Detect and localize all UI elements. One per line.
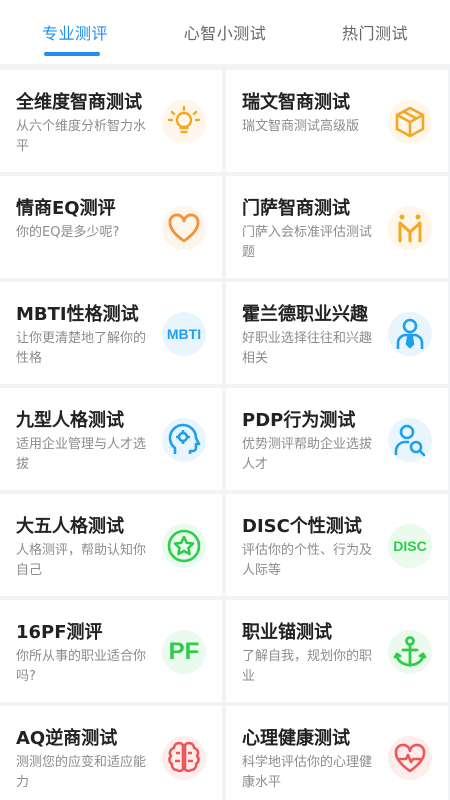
tab-popular[interactable]: 热门测试 [300, 0, 450, 64]
icon-label: MBTI [166, 326, 202, 342]
test-card[interactable]: AQ逆商测试测测您的应变和适应能力 [0, 706, 222, 800]
test-card[interactable]: 16PF测评你所从事的职业适合你吗? PF [0, 600, 222, 702]
test-card[interactable]: 职业锚测试了解自我，规划你的职业 [226, 600, 448, 702]
test-card-title: 全维度智商测试 [16, 92, 142, 113]
test-card-title: 情商EQ测评 [16, 198, 116, 219]
test-card-description: 门萨入会标准评估测试题 [242, 225, 373, 260]
test-card[interactable]: 霍兰德职业兴趣好职业选择往往和兴趣相关 [226, 282, 448, 384]
test-card-title: DISC个性测试 [242, 516, 362, 537]
test-card-title: 大五人格测试 [16, 516, 124, 537]
test-card[interactable]: 全维度智商测试从六个维度分析智力水平 [0, 70, 222, 172]
test-card-title: 16PF测评 [16, 622, 103, 643]
test-card-description: 你的EQ是多少呢? [16, 225, 120, 240]
test-card[interactable]: 瑞文智商测试瑞文智商测试高级版 [226, 70, 448, 172]
test-card-title: 九型人格测试 [16, 410, 124, 431]
test-card-title: MBTI性格测试 [16, 304, 139, 325]
test-card-title: PDP行为测试 [242, 410, 356, 431]
test-card[interactable]: DISC个性测试评估你的个性、行为及人际等 DISC [226, 494, 448, 596]
test-card-description: 瑞文智商测试高级版 [242, 119, 360, 134]
test-card[interactable]: 心理健康测试科学地评估你的心理健康水平 [226, 706, 448, 800]
tab-mind-quiz[interactable]: 心智小测试 [150, 0, 300, 64]
test-card[interactable]: PDP行为测试优势测评帮助企业选拔人才 [226, 388, 448, 490]
star-badge-icon [162, 524, 206, 568]
mensa-icon [388, 206, 432, 250]
test-card-description: 适用企业管理与人才选拔 [16, 437, 147, 472]
heart-icon [162, 206, 206, 250]
test-card-description: 评估你的个性、行为及人际等 [242, 543, 373, 578]
test-card[interactable]: 门萨智商测试门萨入会标准评估测试题 [226, 176, 448, 278]
test-card-description: 让你更清楚地了解你的性格 [16, 331, 147, 366]
person-search-icon [388, 418, 432, 462]
test-card-description: 科学地评估你的心理健康水平 [242, 755, 373, 790]
test-card-description: 优势测评帮助企业选拔人才 [242, 437, 373, 472]
test-card-description: 从六个维度分析智力水平 [16, 119, 147, 154]
test-card-description: 你所从事的职业适合你吗? [16, 649, 147, 684]
pf-icon: PF [162, 630, 206, 674]
lightbulb-icon [162, 100, 206, 144]
test-card-title: 霍兰德职业兴趣 [242, 304, 368, 325]
test-card-description: 了解自我，规划你的职业 [242, 649, 373, 684]
test-card-title: 心理健康测试 [242, 728, 350, 749]
brain-icon [162, 736, 206, 780]
test-card-title: 职业锚测试 [242, 622, 332, 643]
active-tab-indicator [44, 52, 100, 56]
disc-icon: DISC [388, 524, 432, 568]
icon-label: DISC [393, 538, 427, 554]
mbti-icon: MBTI [162, 312, 206, 356]
test-card-description: 人格测评，帮助认知你自己 [16, 543, 147, 578]
test-card[interactable]: 情商EQ测评你的EQ是多少呢? [0, 176, 222, 278]
top-tab-bar: 专业测评 心智小测试 热门测试 [0, 0, 450, 64]
test-card-title: 瑞文智商测试 [242, 92, 350, 113]
test-card[interactable]: MBTI性格测试让你更清楚地了解你的性格 MBTI [0, 282, 222, 384]
heart-pulse-icon [388, 736, 432, 780]
anchor-icon [388, 630, 432, 674]
head-gear-icon [162, 418, 206, 462]
test-card-description: 测测您的应变和适应能力 [16, 755, 147, 790]
test-card[interactable]: 大五人格测试人格测评，帮助认知你自己 [0, 494, 222, 596]
icon-label: PF [168, 638, 200, 665]
test-card-title: 门萨智商测试 [242, 198, 350, 219]
cube-icon [388, 100, 432, 144]
test-card-description: 好职业选择往往和兴趣相关 [242, 331, 373, 366]
person-tie-icon [388, 312, 432, 356]
test-card-title: AQ逆商测试 [16, 728, 118, 749]
test-card[interactable]: 九型人格测试适用企业管理与人才选拔 [0, 388, 222, 490]
